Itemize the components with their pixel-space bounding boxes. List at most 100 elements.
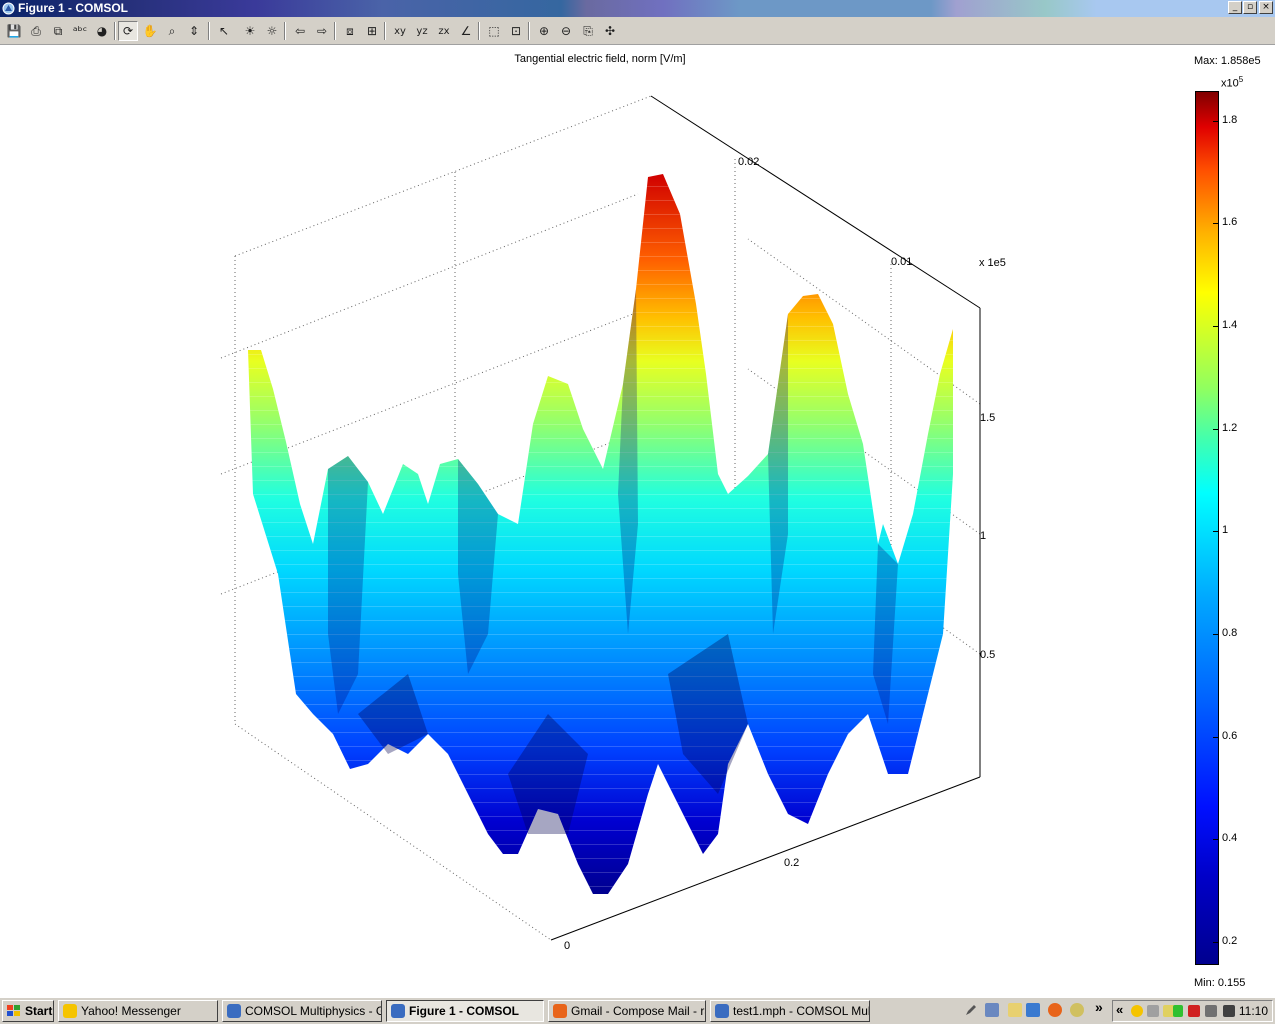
toolbar-separator	[384, 22, 386, 40]
light-icon[interactable]: ☀	[240, 21, 260, 41]
close-button[interactable]: ×	[1259, 1, 1273, 14]
arrow-right-icon[interactable]: ⇨	[312, 21, 332, 41]
task-gmail-compose[interactable]: Gmail - Compose Mail - ra...	[548, 1000, 706, 1022]
copy-icon[interactable]: ⧉	[48, 21, 68, 41]
select-icon[interactable]: ↖	[214, 21, 234, 41]
colorbar-tick-mark	[1213, 941, 1219, 943]
task-app-icon	[715, 1004, 729, 1018]
cube-view-icon[interactable]: ⊞	[362, 21, 382, 41]
task-app-icon	[227, 1004, 241, 1018]
plot-title: Tangential electric field, norm [V/m]	[514, 53, 686, 65]
surface-mesh	[248, 174, 953, 894]
zoom-icon[interactable]: ⌕	[162, 21, 182, 41]
k-tray-icon[interactable]	[1188, 1005, 1200, 1017]
colorbar-min-label: Min: 0.155	[1194, 977, 1246, 989]
toolbar-separator	[528, 22, 530, 40]
toolbar-separator	[208, 22, 210, 40]
colorbar-exponent-base: x10	[1221, 77, 1239, 90]
abc-text-icon[interactable]: ᵃᵇᶜ	[70, 21, 90, 41]
toolbar-separator	[478, 22, 480, 40]
colorbar-exponent: x105	[1221, 75, 1243, 90]
zoom-box-icon[interactable]: ⬚	[484, 21, 504, 41]
task-label: Yahoo! Messenger	[81, 1004, 181, 1018]
colorbar-tick: 1.2	[1222, 421, 1238, 434]
task-label: Figure 1 - COMSOL	[409, 1004, 520, 1018]
toolbar-separator	[334, 22, 336, 40]
colorbar-exponent-power: 5	[1238, 75, 1244, 84]
quicklaunch-firefox-icon[interactable]	[1048, 1003, 1062, 1017]
colorbar-tick: 0.8	[1222, 626, 1238, 639]
figure-toolbar: 💾 ⎙ ⧉ ᵃᵇᶜ ◕ ⟳ ✋ ⌕ ⇕ ↖ ☀ ☼ ⇦ ⇨ ⧈ ⊞ xy yz zx ∠ ⬚ ⊡ ⊕ ⊖ ⎘ ✣	[0, 17, 1275, 45]
arrow-left-icon[interactable]: ⇦	[290, 21, 310, 41]
colorbar-tick-mark	[1213, 326, 1219, 328]
tray-expand-button[interactable]: «	[1116, 1002, 1123, 1017]
colorbar-tick-mark	[1213, 428, 1219, 430]
box-view-icon[interactable]: ⧈	[340, 21, 360, 41]
surface-plot[interactable]	[28, 74, 1173, 964]
move-icon[interactable]: ⇕	[184, 21, 204, 41]
zoom-extents-icon[interactable]: ⊡	[506, 21, 526, 41]
clock[interactable]: 11:10	[1239, 1004, 1268, 1018]
colorbar-tick-mark	[1213, 633, 1219, 635]
zx-view-icon[interactable]: zx	[434, 21, 454, 41]
colorbar-tick: 1.6	[1222, 216, 1238, 229]
yahoo-tray-icon[interactable]	[1131, 1005, 1143, 1017]
plot-area[interactable]: 0.02 0.01 x 1e5 1.5 1 0.5 0.2 0	[28, 74, 1173, 964]
task-figure-1-comsol[interactable]: Figure 1 - COMSOL	[386, 1000, 544, 1022]
task-label: Gmail - Compose Mail - ra...	[571, 1004, 705, 1018]
restore-button[interactable]: ▫	[1243, 1, 1257, 14]
start-button[interactable]: Start	[2, 1000, 54, 1022]
z-scale-label: x 1e5	[979, 257, 1006, 269]
zoom-in-icon[interactable]: ⊕	[534, 21, 554, 41]
taskbar: Start Yahoo! Messenger COMSOL Multiphysic…	[0, 997, 1275, 1024]
quicklaunch-overflow-button[interactable]: »	[1095, 999, 1103, 1015]
yz-view-icon[interactable]: yz	[412, 21, 432, 41]
colorbar-tick: 1.8	[1222, 113, 1238, 126]
colorbar-tick: 0.6	[1222, 729, 1238, 742]
colorbar-tick-mark	[1213, 736, 1219, 738]
windows-logo-icon	[7, 1005, 20, 1016]
z-tick-1: 1	[980, 530, 987, 542]
task-label: test1.mph - COMSOL Mul...	[733, 1004, 870, 1018]
z-tick-0-5: 0.5	[980, 649, 996, 661]
x-tick-0-02: 0.02	[738, 156, 760, 168]
axes-icon[interactable]: ∠	[456, 21, 476, 41]
save-icon[interactable]: 💾	[4, 21, 24, 41]
task-app-icon	[391, 1004, 405, 1018]
toolbar-separator	[284, 22, 286, 40]
task-comsol-multiphysics[interactable]: COMSOL Multiphysics - G...	[222, 1000, 382, 1022]
quicklaunch-folder-icon[interactable]	[1008, 1003, 1022, 1017]
x-tick-0-01: 0.01	[891, 256, 913, 268]
colorbar-tick-mark	[1213, 839, 1219, 841]
volume-icon[interactable]	[1205, 1005, 1217, 1017]
minimize-button[interactable]: _	[1228, 1, 1242, 14]
comsol-app-icon[interactable]	[2, 2, 15, 15]
y-tick-0-2: 0.2	[784, 857, 800, 869]
task-app-icon	[553, 1004, 567, 1018]
pan-icon[interactable]: ✋	[140, 21, 160, 41]
window-title: Figure 1 - COMSOL	[18, 1, 129, 15]
quicklaunch-desktop-icon[interactable]	[985, 1003, 999, 1017]
colorbar	[1195, 91, 1219, 965]
network-tray-icon[interactable]	[1173, 1005, 1183, 1017]
headlight-icon[interactable]: ☼	[262, 21, 282, 41]
z-tick-1-5: 1.5	[980, 412, 996, 424]
palette-icon[interactable]: ◕	[92, 21, 112, 41]
task-yahoo-messenger[interactable]: Yahoo! Messenger	[58, 1000, 218, 1022]
colorbar-tick: 1	[1222, 524, 1229, 537]
colorbar-tick: 0.2	[1222, 934, 1238, 947]
tray-app-icon[interactable]	[1223, 1005, 1235, 1017]
title-bar[interactable]: Figure 1 - COMSOL _ ▫ ×	[0, 0, 1275, 17]
task-test1-mph[interactable]: test1.mph - COMSOL Mul...	[710, 1000, 870, 1022]
pencil-icon[interactable]	[964, 1003, 978, 1017]
print-icon[interactable]: ⎙	[26, 21, 46, 41]
orbit-icon[interactable]: ✣	[600, 21, 620, 41]
info-tray-icon[interactable]	[1147, 1005, 1159, 1017]
quicklaunch-ie-icon[interactable]	[1026, 1003, 1040, 1017]
xy-view-icon[interactable]: xy	[390, 21, 410, 41]
zoom-out-icon[interactable]: ⊖	[556, 21, 576, 41]
camera-icon[interactable]: ⎘	[578, 21, 598, 41]
quicklaunch-app-icon[interactable]	[1070, 1003, 1084, 1017]
rotate-icon[interactable]: ⟳	[118, 21, 138, 41]
task-label: COMSOL Multiphysics - G...	[245, 1004, 382, 1018]
